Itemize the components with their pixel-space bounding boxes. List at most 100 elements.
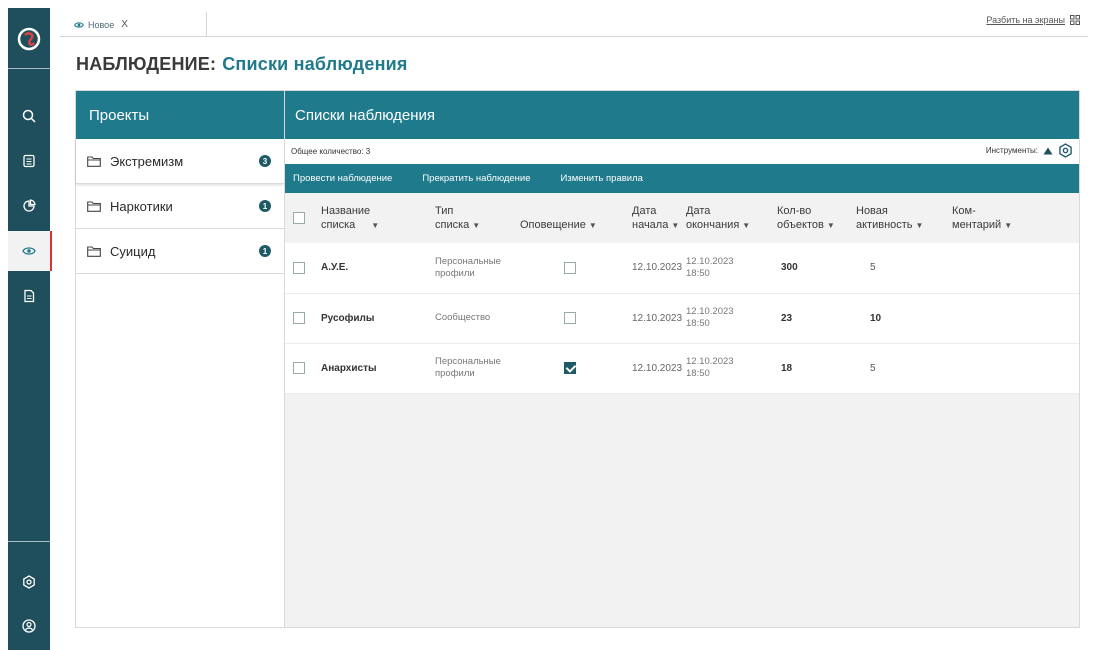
column-activity[interactable]: Новая активность ▼	[853, 193, 949, 243]
row-checkbox[interactable]	[293, 362, 305, 374]
end-date: 12.10.2023	[686, 255, 734, 267]
end-time: 18:50	[686, 318, 710, 329]
rail-divider-bottom	[8, 541, 50, 542]
objects-count: 300	[781, 262, 798, 274]
sort-arrow-icon[interactable]: ▼	[589, 221, 597, 230]
profile-button[interactable]	[8, 606, 50, 646]
search-button[interactable]	[8, 96, 50, 136]
project-label: Наркотики	[110, 198, 173, 214]
objects-count: 23	[781, 312, 793, 324]
column-objects-line1: Кол-во	[777, 204, 812, 217]
select-all-checkbox[interactable]	[293, 212, 305, 225]
user-icon	[22, 619, 36, 633]
grid-icon	[1070, 15, 1080, 25]
triangle-up-icon[interactable]	[1043, 147, 1053, 155]
comment	[949, 243, 1079, 293]
column-name-line1: Название	[321, 204, 371, 217]
list-type: Сообщество	[435, 312, 491, 323]
count-badge: 1	[259, 245, 271, 257]
actions-bar: Провести наблюдение Прекратить наблюдени…	[285, 164, 1079, 193]
split-label: Разбить на экраны	[986, 15, 1065, 25]
analytics-button[interactable]	[8, 186, 50, 226]
side-rail	[8, 8, 52, 650]
table-row[interactable]: Русофилы Сообщество 12.10.2023 12.10.202…	[285, 293, 1079, 343]
reports-button[interactable]	[8, 276, 50, 316]
folder-icon	[87, 245, 101, 257]
settings-icon[interactable]	[1058, 143, 1073, 158]
sort-arrow-icon[interactable]: ▼	[472, 221, 480, 230]
objects-count: 18	[781, 362, 793, 374]
count-badge: 1	[259, 200, 271, 212]
start-observation-button[interactable]: Провести наблюдение	[293, 173, 392, 184]
settings-button[interactable]	[8, 562, 50, 602]
column-activity-line1: Новая	[856, 204, 888, 217]
comment	[949, 343, 1079, 393]
documents-button[interactable]	[8, 141, 50, 181]
column-end[interactable]: Дата окончания ▼	[679, 193, 769, 243]
tab-new[interactable]: Новое X	[70, 12, 207, 37]
column-name[interactable]: Название списка ▼	[312, 193, 425, 243]
table-row[interactable]: А.У.Е. Персональные профили 12.10.2023 1…	[285, 243, 1079, 293]
project-item-extremism[interactable]: Экстремизм 3	[76, 139, 284, 184]
document-list-icon	[23, 154, 35, 168]
notify-checkbox[interactable]	[564, 261, 576, 274]
page-title-main: НАБЛЮДЕНИЕ:	[76, 54, 217, 74]
projects-panel: Проекты Экстремизм 3 Наркотики 1 Суицид …	[75, 90, 284, 628]
project-label: Экстремизм	[110, 153, 184, 169]
info-bar: Общее количество: 3 Инструменты:	[285, 139, 1079, 164]
start-date: 12.10.2023	[632, 362, 683, 374]
sort-arrow-icon[interactable]: ▼	[827, 221, 835, 230]
column-notify[interactable]: Оповещение ▼	[520, 193, 622, 243]
list-name: Анархисты	[321, 362, 377, 374]
close-icon[interactable]: X	[121, 19, 128, 30]
notify-checkbox[interactable]	[564, 362, 576, 374]
new-activity: 5	[870, 262, 876, 274]
column-objects[interactable]: Кол-во объектов ▼	[769, 193, 853, 243]
stop-observation-button[interactable]: Прекратить наблюдение	[422, 173, 530, 184]
project-item-narcotics[interactable]: Наркотики 1	[76, 184, 284, 229]
list-name: А.У.Е.	[321, 262, 349, 274]
column-comment-line1: Ком-	[952, 204, 976, 217]
sort-arrow-icon[interactable]: ▼	[371, 221, 379, 230]
column-type[interactable]: Тип списка ▼	[425, 193, 520, 243]
split-screens-link[interactable]: Разбить на экраны	[986, 15, 1080, 25]
page-subtitle: Списки наблюдения	[222, 54, 408, 74]
column-comment[interactable]: Ком- ментарий ▼	[949, 193, 1079, 243]
sort-arrow-icon[interactable]: ▼	[916, 221, 924, 230]
column-start-line2: начала	[632, 218, 669, 231]
tab-bar: Новое X Разбить на экраны	[60, 8, 1088, 37]
watchlists-panel: Списки наблюдения Общее количество: 3 Ин…	[284, 90, 1080, 628]
list-type: Персональные профили	[435, 356, 501, 379]
new-activity: 5	[870, 362, 876, 374]
row-checkbox[interactable]	[293, 312, 305, 324]
end-date: 12.10.2023	[686, 306, 734, 317]
eye-icon	[22, 247, 36, 255]
app-logo[interactable]	[8, 14, 50, 64]
end-time: 18:50	[686, 368, 710, 379]
new-activity: 10	[870, 312, 882, 324]
change-rules-button[interactable]: Изменить правила	[561, 173, 643, 184]
column-start[interactable]: Дата начала ▼	[622, 193, 679, 243]
sort-arrow-icon[interactable]: ▼	[742, 221, 750, 230]
end-datetime: 12.10.2023 18:50	[679, 343, 769, 393]
table-row[interactable]: Анархисты Персональные профили 12.10.202…	[285, 343, 1079, 393]
comment	[949, 293, 1079, 343]
project-item-suicide[interactable]: Суицид 1	[76, 229, 284, 274]
search-icon	[22, 109, 36, 123]
tools-menu[interactable]: Инструменты:	[986, 143, 1073, 158]
eye-icon	[74, 21, 84, 28]
sort-arrow-icon[interactable]: ▼	[671, 221, 679, 230]
column-notify-label: Оповещение	[520, 218, 586, 231]
count-badge: 3	[259, 155, 271, 167]
column-end-line2: окончания	[686, 218, 740, 231]
report-icon	[24, 289, 35, 303]
projects-header: Проекты	[76, 91, 284, 139]
observation-button[interactable]	[8, 231, 52, 271]
tools-label: Инструменты:	[985, 146, 1038, 155]
end-date: 12.10.2023	[686, 356, 734, 367]
project-label: Суицид	[110, 243, 156, 259]
row-checkbox[interactable]	[293, 261, 305, 274]
sort-arrow-icon[interactable]: ▼	[1004, 221, 1012, 230]
notify-checkbox[interactable]	[564, 312, 576, 324]
settings-icon	[23, 575, 35, 589]
